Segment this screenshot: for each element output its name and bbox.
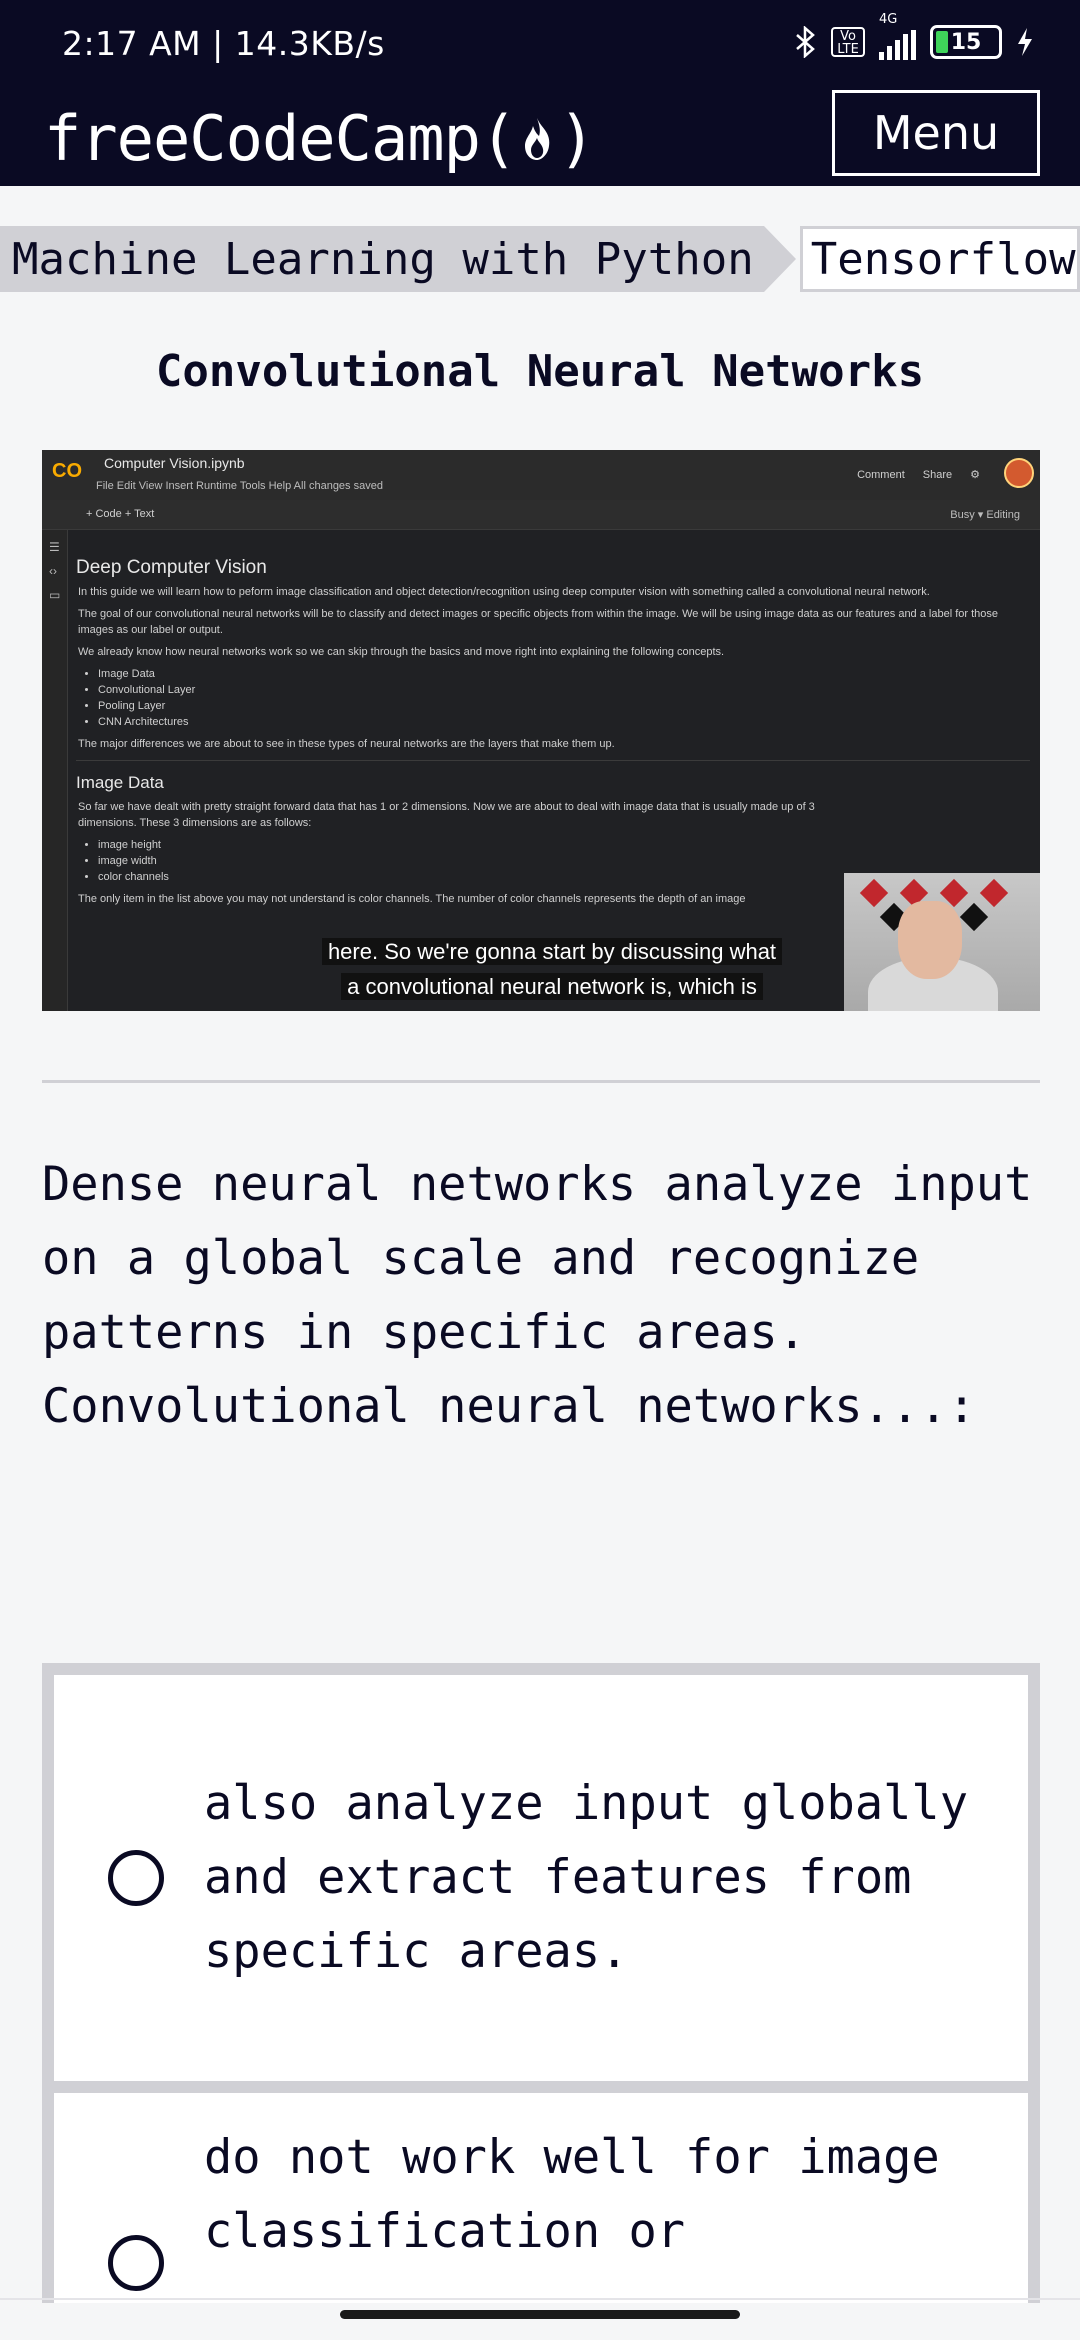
status-time: 2:17 AM | 14.3KB/s	[62, 24, 385, 63]
lesson-title: Convolutional Neural Networks	[155, 346, 925, 397]
gear-icon: ⚙	[970, 469, 980, 481]
concept-list: Image Data Convolutional Layer Pooling L…	[98, 666, 1030, 730]
bluetooth-icon	[795, 26, 817, 58]
notebook-section-title: Deep Computer Vision	[76, 557, 267, 578]
caption-line: a convolutional neural network is, which…	[341, 973, 763, 1000]
colab-header: CO Computer Vision.ipynb File Edit View …	[42, 450, 1040, 500]
menu-button[interactable]: Menu	[832, 90, 1040, 176]
answer-options: also analyze input globally and extract …	[42, 1663, 1040, 2303]
notebook-name: Computer Vision.ipynb	[104, 455, 245, 471]
notebook-section-title: Image Data	[76, 773, 164, 792]
status-bar: 2:17 AM | 14.3KB/s Vo LTE 4G 15	[0, 0, 1080, 90]
list-item: image width	[98, 853, 1030, 869]
section-divider	[42, 1080, 1040, 1083]
runtime-status: Busy ▾ Editing	[950, 509, 1020, 521]
avatar	[1004, 458, 1034, 488]
volte-icon: Vo LTE	[831, 27, 865, 57]
list-item: Convolutional Layer	[98, 682, 1030, 698]
logo-close: )	[558, 101, 595, 175]
answer-option[interactable]: also analyze input globally and extract …	[54, 1675, 1028, 2081]
screen-edge	[0, 2298, 1080, 2300]
radio-button[interactable]	[108, 1850, 164, 1906]
notebook-paragraph: In this guide we will learn how to pefor…	[78, 586, 930, 598]
colab-toolbar: + Code + Text Busy ▾ Editing	[42, 500, 1040, 530]
breadcrumb-current[interactable]: Tensorflow	[799, 226, 1080, 292]
comment-action: Comment	[857, 468, 905, 481]
answer-text: do not work well for image classificatio…	[204, 2130, 940, 2259]
list-item: Image Data	[98, 666, 1030, 682]
list-item: CNN Architectures	[98, 714, 1030, 730]
share-action: Share	[922, 468, 953, 481]
colab-sidebar: ☰ ‹› ▭	[42, 530, 68, 1011]
list-item: image height	[98, 837, 1030, 853]
top-navbar: freeCodeCamp( ) Menu	[0, 90, 1080, 186]
video-captions: here. So we're gonna start by discussing…	[282, 934, 822, 1004]
list-item: Pooling Layer	[98, 698, 1030, 714]
battery-icon: 15	[930, 25, 1002, 59]
video-player[interactable]: CO Computer Vision.ipynb File Edit View …	[42, 450, 1040, 1011]
notebook-paragraph: We already know how neural networks work…	[78, 646, 725, 658]
signal-icon: 4G	[879, 12, 916, 60]
notebook-menu: File Edit View Insert Runtime Tools Help…	[96, 480, 383, 492]
network-type: 4G	[879, 12, 898, 27]
notebook-paragraph: The goal of our convolutional neural net…	[78, 608, 999, 636]
flame-icon	[516, 114, 558, 162]
breadcrumb-parent[interactable]: Machine Learning with Python	[0, 226, 796, 292]
answer-option[interactable]: do not work well for image classificatio…	[54, 2093, 1028, 2303]
notebook-paragraph: The major differences we are about to se…	[78, 738, 615, 750]
add-cell-actions: + Code + Text	[86, 508, 155, 520]
freecodecamp-logo[interactable]: freeCodeCamp( )	[44, 90, 596, 186]
presenter-webcam	[844, 873, 1040, 1011]
battery-level: 15	[950, 29, 982, 55]
code-icon: ‹›	[49, 564, 57, 578]
folder-icon: ▭	[49, 588, 61, 602]
caption-line: here. So we're gonna start by discussing…	[321, 938, 783, 965]
radio-button[interactable]	[108, 2235, 164, 2291]
toc-icon: ☰	[49, 540, 60, 554]
charging-icon	[1016, 27, 1034, 57]
question-text: Dense neural networks analyze input on a…	[42, 1157, 1033, 1434]
colab-logo: CO	[52, 460, 82, 482]
logo-text: freeCodeCamp(	[44, 101, 517, 175]
home-indicator[interactable]	[340, 2310, 740, 2319]
colab-actions: Comment Share ⚙	[857, 468, 980, 482]
status-icons: Vo LTE 4G 15	[795, 12, 1034, 60]
answer-text: also analyze input globally and extract …	[204, 1776, 969, 1979]
breadcrumb: Machine Learning with Python Tensorflow	[0, 226, 1080, 292]
cell-separator	[76, 760, 1030, 761]
notebook-paragraph: So far we have dealt with pretty straigh…	[78, 801, 815, 829]
